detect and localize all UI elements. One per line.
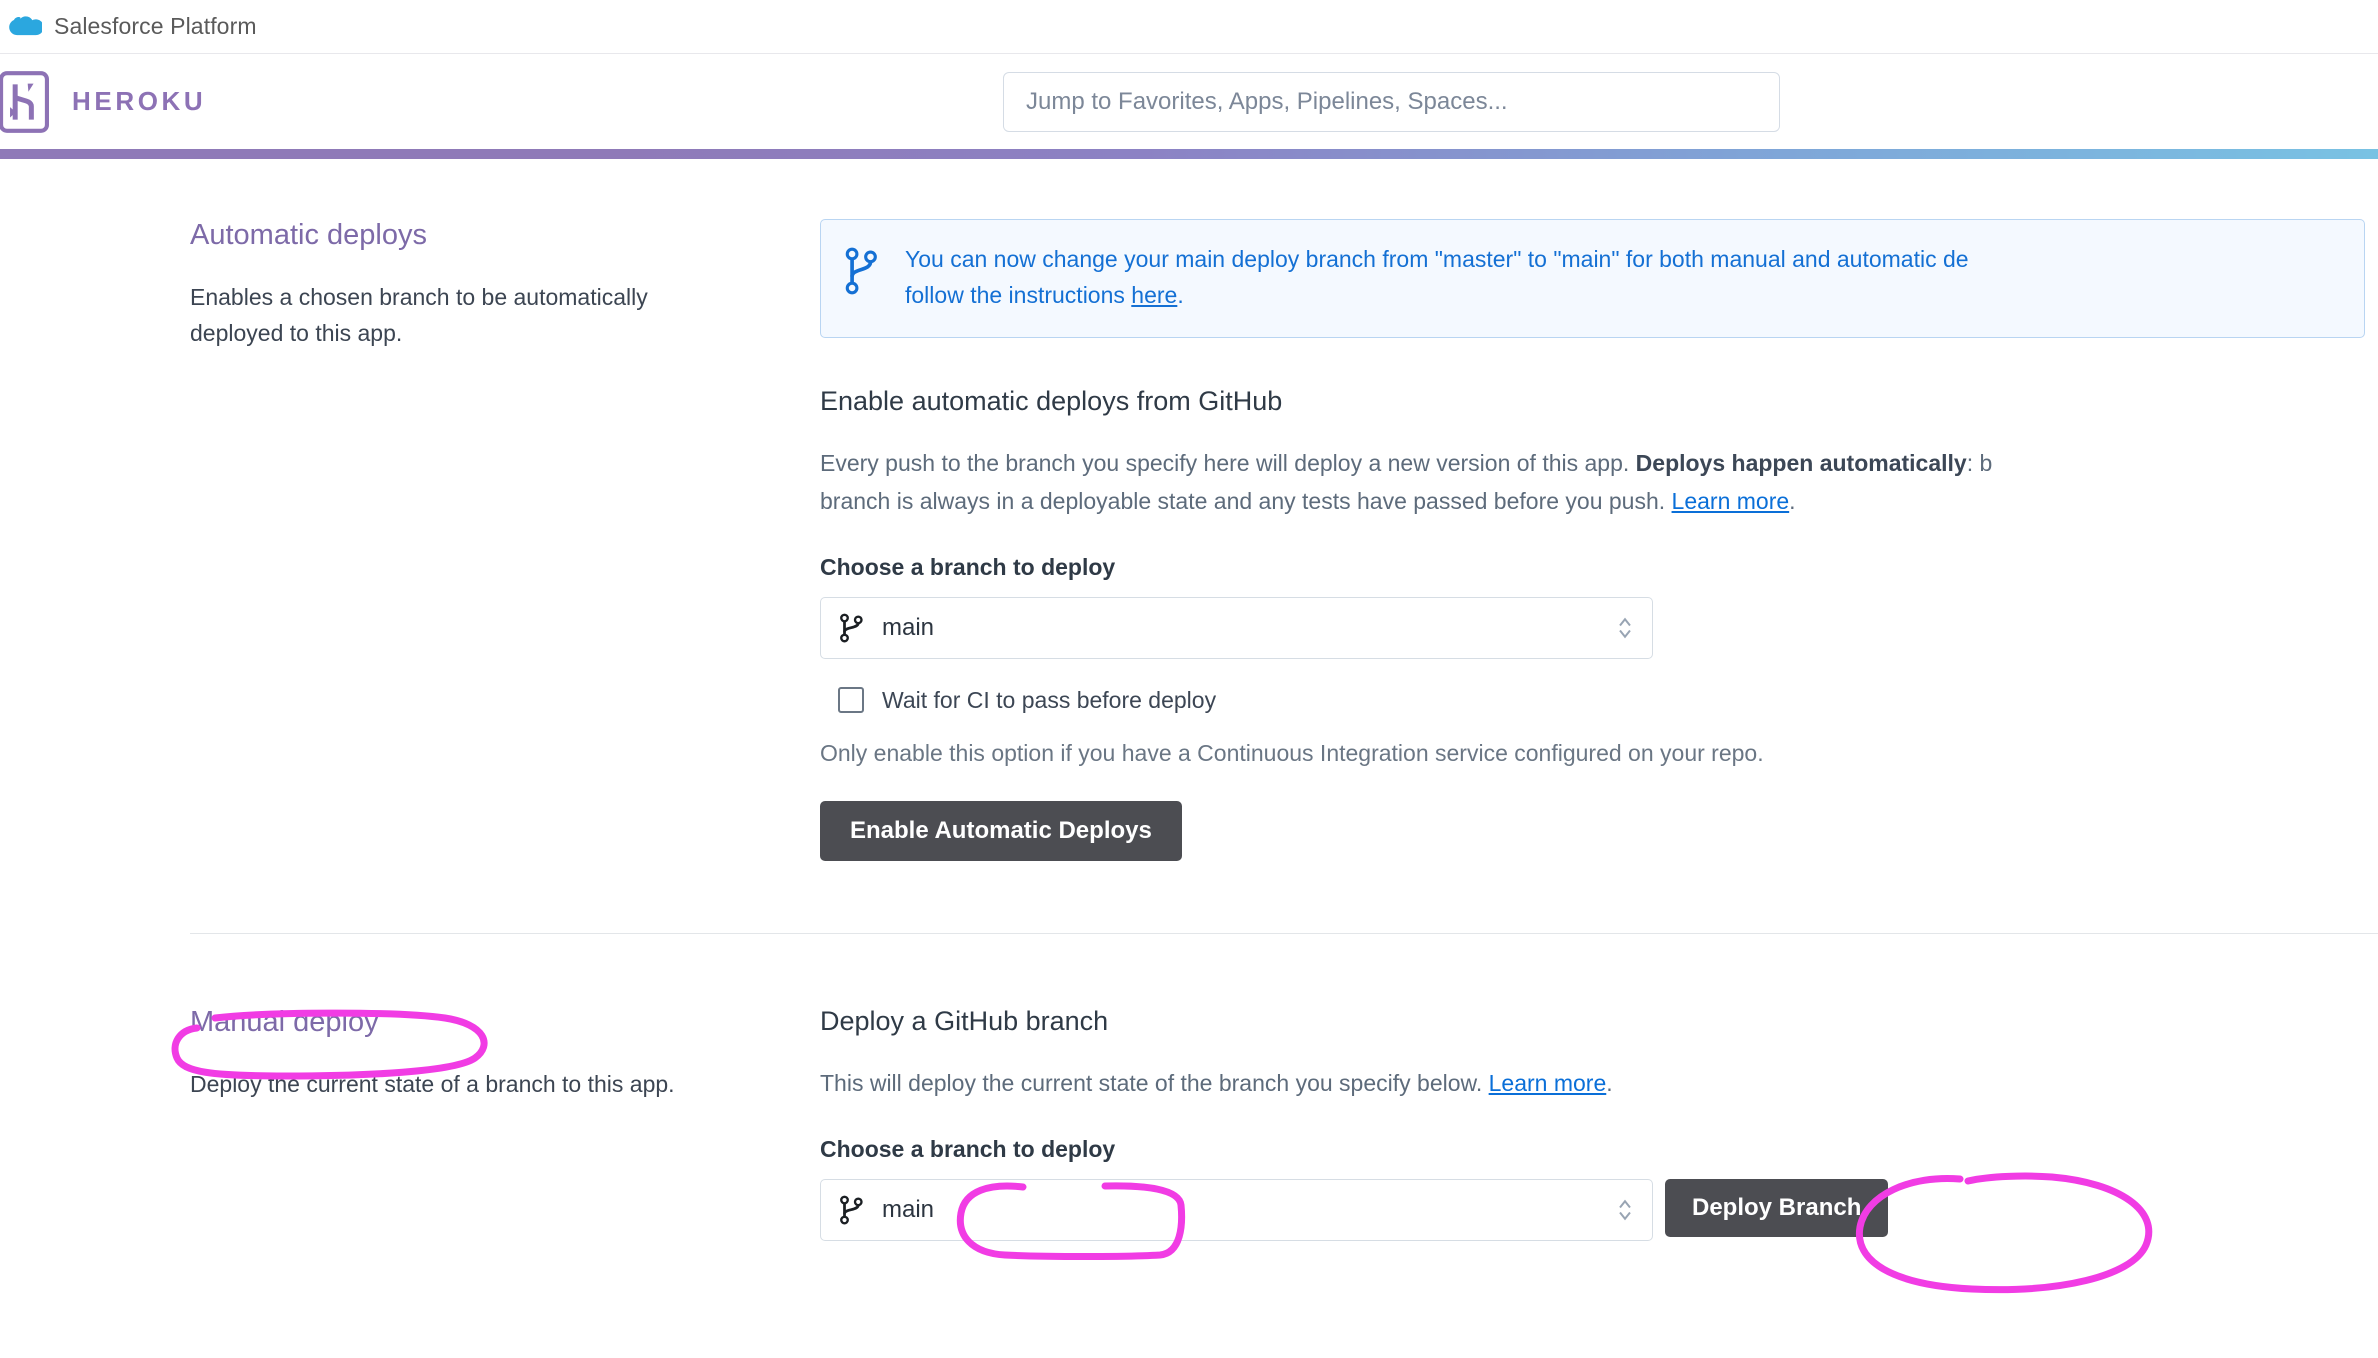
automatic-branch-label: Choose a branch to deploy: [820, 553, 1116, 580]
ad-body-1b: : b: [1966, 450, 1993, 477]
automatic-deploys-body: Every push to the branch you specify her…: [820, 445, 2378, 520]
main-branch-notice-banner: You can now change your main deploy bran…: [820, 219, 2365, 339]
automatic-deploys-body-line-2: branch is always in a deployable state a…: [820, 483, 2378, 520]
automatic-deploys-heading: Automatic deploys: [190, 219, 427, 251]
manual-branch-value: main: [882, 1196, 935, 1224]
heroku-logo-icon: [0, 70, 49, 133]
automatic-branch-value: main: [882, 613, 935, 641]
deploy-page: Automatic deploys Enables a chosen branc…: [0, 159, 2378, 1242]
deploy-branch-button[interactable]: Deploy Branch: [1665, 1179, 1889, 1238]
enable-automatic-deploys-button[interactable]: Enable Automatic Deploys: [820, 800, 1182, 861]
automatic-deploys-description: Enables a chosen branch to be automatica…: [190, 284, 648, 346]
heroku-home-link[interactable]: HEROKU: [0, 70, 207, 133]
manual-deploy-body: This will deploy the current state of th…: [820, 1065, 2378, 1102]
manual-deploy-controls: main Deploy Branch: [820, 1179, 2378, 1242]
ad-body-1-bold: Deploys happen automatically: [1635, 450, 1967, 477]
header-gradient-divider: [0, 149, 2378, 159]
chevron-updown-icon[interactable]: [1616, 613, 1634, 643]
heroku-header: HEROKU: [0, 54, 2378, 149]
banner-line-2-prefix: follow the instructions: [905, 281, 1132, 308]
manual-branch-label: Choose a branch to deploy: [820, 1136, 1116, 1163]
section-divider: [190, 932, 2378, 934]
git-branch-icon: [840, 613, 863, 643]
ad-body-2a: branch is always in a deployable state a…: [820, 487, 1672, 514]
md-body-a: This will deploy the current state of th…: [820, 1069, 1489, 1096]
automatic-deploys-body-line-1: Every push to the branch you specify her…: [820, 445, 2378, 482]
ad-body-2b: .: [1789, 487, 1796, 514]
ad-body-1a: Every push to the branch you specify her…: [820, 450, 1636, 477]
heroku-wordmark: HEROKU: [72, 86, 207, 116]
salesforce-platform-title: Salesforce Platform: [54, 13, 257, 39]
manual-deploy-learn-more-link[interactable]: Learn more: [1489, 1070, 1607, 1096]
banner-line-1: You can now change your main deploy bran…: [905, 246, 1969, 272]
automatic-deploys-section: Automatic deploys Enables a chosen branc…: [0, 219, 2378, 861]
wait-for-ci-label: Wait for CI to pass before deploy: [882, 686, 1217, 713]
manual-deploy-panel: Deploy a GitHub branch This will deploy …: [820, 1005, 2378, 1242]
automatic-deploys-info: Automatic deploys Enables a chosen branc…: [0, 219, 820, 861]
chevron-updown-icon[interactable]: [1616, 1195, 1634, 1225]
wait-for-ci-checkbox[interactable]: [838, 687, 864, 714]
wait-for-ci-row[interactable]: Wait for CI to pass before deploy: [820, 687, 2378, 714]
banner-here-link[interactable]: here: [1131, 282, 1177, 308]
enable-automatic-deploys-subheading: Enable automatic deploys from GitHub: [820, 386, 1283, 417]
manual-deploy-description: Deploy the current state of a branch to …: [190, 1070, 675, 1097]
git-branch-icon: [845, 247, 877, 295]
manual-deploy-heading: Manual deploy: [190, 1005, 379, 1038]
global-search-wrapper: [1003, 72, 1780, 132]
manual-deploy-info: Manual deploy Deploy the current state o…: [0, 1006, 820, 1241]
automatic-deploys-panel: You can now change your main deploy bran…: [820, 219, 2378, 861]
banner-message: You can now change your main deploy bran…: [905, 242, 1969, 313]
automatic-deploys-learn-more-link[interactable]: Learn more: [1672, 488, 1790, 514]
manual-deploy-section: Manual deploy Deploy the current state o…: [0, 1005, 2378, 1242]
banner-line-2-suffix: .: [1177, 281, 1184, 308]
automatic-branch-select[interactable]: main: [820, 596, 1653, 659]
deploy-github-branch-subheading: Deploy a GitHub branch: [820, 1005, 1109, 1036]
manual-branch-select[interactable]: main: [820, 1179, 1653, 1242]
md-body-b: .: [1606, 1069, 1613, 1096]
salesforce-cloud-icon: [9, 15, 42, 35]
search-input[interactable]: [1003, 72, 1780, 132]
salesforce-platform-bar: Salesforce Platform: [0, 0, 2378, 54]
banner-line-2: follow the instructions here.: [905, 278, 1969, 314]
wait-for-ci-hint: Only enable this option if you have a Co…: [820, 739, 1764, 766]
git-branch-icon: [840, 1195, 863, 1225]
